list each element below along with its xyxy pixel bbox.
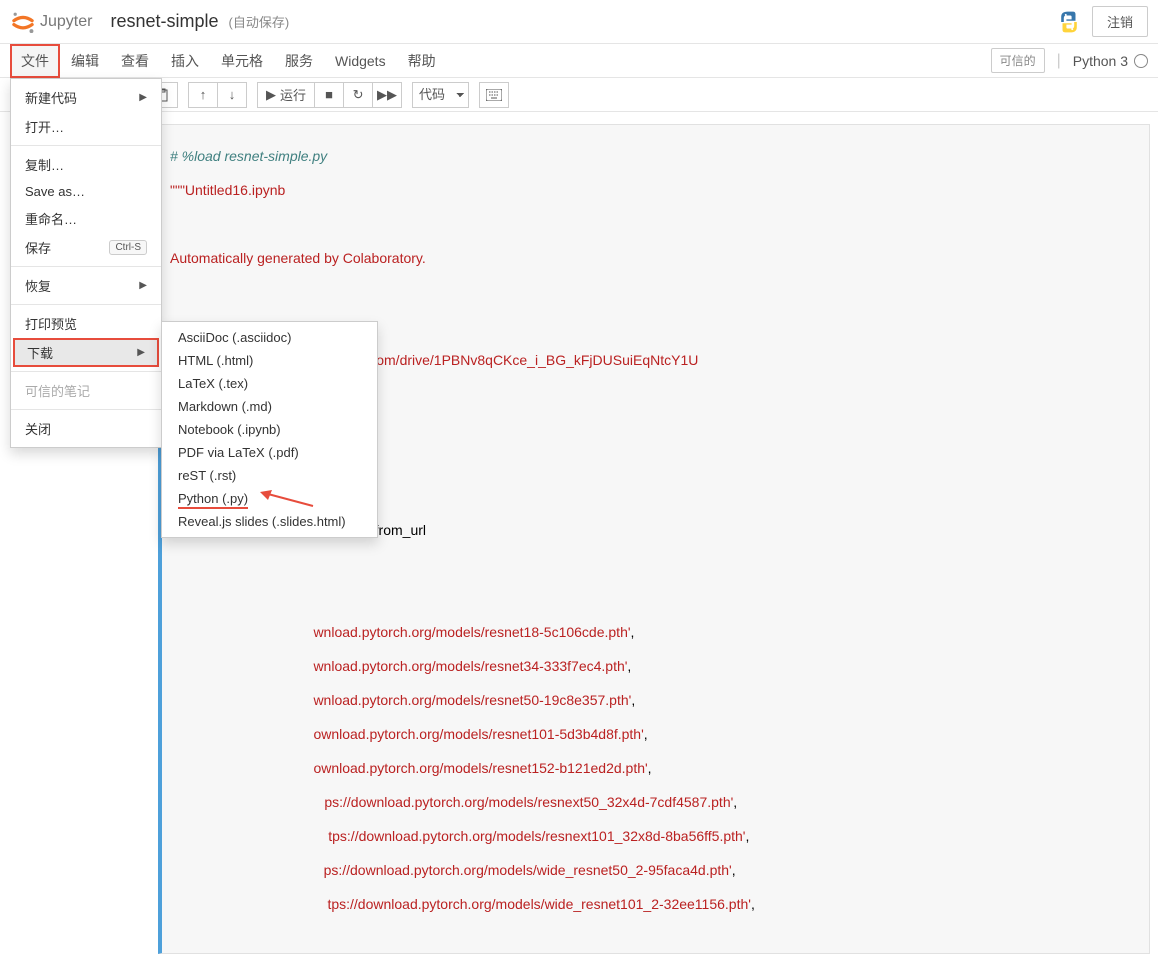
interrupt-button[interactable]: ■ xyxy=(314,82,344,108)
label: 下载 xyxy=(27,343,53,362)
move-down-button[interactable]: ↓ xyxy=(217,82,247,108)
stop-icon: ■ xyxy=(325,87,333,102)
separator xyxy=(11,145,161,146)
code-text: tps://download.pytorch.org/models/resnex… xyxy=(328,828,745,844)
menu-widgets[interactable]: Widgets xyxy=(324,46,397,76)
separator xyxy=(11,304,161,305)
move-up-button[interactable]: ↑ xyxy=(188,82,218,108)
menu-insert[interactable]: 插入 xyxy=(160,44,210,78)
code-text: ps://download.pytorch.org/models/resnext… xyxy=(324,794,733,810)
run-button[interactable]: ▶运行 xyxy=(257,82,315,108)
arrow-up-icon: ↑ xyxy=(200,87,207,102)
menu-help[interactable]: 帮助 xyxy=(397,44,447,78)
logout-button[interactable]: 注销 xyxy=(1092,6,1148,37)
kernel-status-icon xyxy=(1134,54,1148,68)
menu-save-checkpoint[interactable]: 保存 Ctrl-S xyxy=(11,233,161,262)
code-text: ownload.pytorch.org/models/resnet101-5d3… xyxy=(313,726,643,742)
code-text: wnload.pytorch.org/models/resnet18-5c106… xyxy=(313,624,630,640)
menu-download-as[interactable]: 下载 ▶ xyxy=(13,338,159,367)
arrow-down-icon: ↓ xyxy=(229,87,236,102)
code-text: wnload.pytorch.org/models/resnet50-19c8e… xyxy=(313,692,631,708)
command-palette-button[interactable] xyxy=(479,82,509,108)
code-text: tps://download.pytorch.org/models/wide_r… xyxy=(327,896,750,912)
download-markdown[interactable]: Markdown (.md) xyxy=(162,395,377,418)
kernel-indicator[interactable]: Python 3 xyxy=(1073,53,1148,69)
restart-icon: ↻ xyxy=(353,87,364,103)
restart-button[interactable]: ↻ xyxy=(343,82,373,108)
menu-trust-notebook: 可信的笔记 xyxy=(11,376,161,405)
label: 复制… xyxy=(25,155,64,174)
label: 可信的笔记 xyxy=(25,381,90,400)
download-asciidoc[interactable]: AsciiDoc (.asciidoc) xyxy=(162,326,377,349)
code-text: Automatically generated by Colaboratory. xyxy=(170,250,426,266)
label: Save as… xyxy=(25,184,85,199)
label: 保存 xyxy=(25,238,51,257)
download-rest[interactable]: reST (.rst) xyxy=(162,464,377,487)
menu-rename[interactable]: 重命名… xyxy=(11,204,161,233)
chevron-right-icon: ▶ xyxy=(137,347,145,358)
code-text: wnload.pytorch.org/models/resnet34-333f7… xyxy=(313,658,627,674)
chevron-right-icon: ▶ xyxy=(139,280,147,291)
jupyter-icon xyxy=(10,9,36,35)
menu-edit[interactable]: 编辑 xyxy=(60,44,110,78)
separator xyxy=(11,371,161,372)
toolbar: ✚ ✂ ↑ ↓ ▶运行 ■ ↻ ▶▶ 代码 xyxy=(0,78,1158,112)
download-html[interactable]: HTML (.html) xyxy=(162,349,377,372)
menu-make-copy[interactable]: 复制… xyxy=(11,150,161,179)
brand-text: Jupyter xyxy=(40,13,92,31)
menu-print-preview[interactable]: 打印预览 xyxy=(11,309,161,338)
menu-kernel[interactable]: 服务 xyxy=(274,44,324,78)
code-cell[interactable]: # %load resnet-simple.py """Untitled16.i… xyxy=(8,124,1150,954)
file-dropdown: 新建代码 ▶ 打开… 复制… Save as… 重命名… 保存 Ctrl-S 恢复 ▶… xyxy=(10,78,162,448)
menu-close-halt[interactable]: 关闭 xyxy=(11,414,161,443)
shortcut: Ctrl-S xyxy=(109,240,147,255)
play-icon: ▶ xyxy=(266,87,276,103)
celltype-select[interactable]: 代码 xyxy=(412,82,469,108)
code-editor[interactable]: # %load resnet-simple.py """Untitled16.i… xyxy=(158,124,1150,954)
kernel-name: Python 3 xyxy=(1073,53,1128,69)
fast-forward-icon: ▶▶ xyxy=(377,87,397,103)
menu-file[interactable]: 文件 xyxy=(10,44,60,78)
header: Jupyter resnet-simple (自动保存) 注销 xyxy=(0,0,1158,44)
download-notebook[interactable]: Notebook (.ipynb) xyxy=(162,418,377,441)
run-all-button[interactable]: ▶▶ xyxy=(372,82,402,108)
trusted-badge[interactable]: 可信的 xyxy=(991,48,1045,73)
code-text: # %load resnet-simple.py xyxy=(170,148,327,164)
download-submenu: AsciiDoc (.asciidoc) HTML (.html) LaTeX … xyxy=(161,321,378,538)
label: 打印预览 xyxy=(25,314,77,333)
menu-new-notebook[interactable]: 新建代码 ▶ xyxy=(11,83,161,112)
label: Python (.py) xyxy=(178,491,248,509)
separator: | xyxy=(1057,52,1061,70)
separator xyxy=(11,266,161,267)
menu-open[interactable]: 打开… xyxy=(11,112,161,141)
chevron-right-icon: ▶ xyxy=(139,92,147,103)
label: 关闭 xyxy=(25,419,51,438)
download-python[interactable]: Python (.py) xyxy=(162,487,377,510)
notebook-title[interactable]: resnet-simple xyxy=(110,11,218,32)
menu-revert[interactable]: 恢复 ▶ xyxy=(11,271,161,300)
autosave-status: (自动保存) xyxy=(229,12,290,31)
label: 重命名… xyxy=(25,209,77,228)
run-label: 运行 xyxy=(280,85,306,104)
jupyter-logo[interactable]: Jupyter xyxy=(10,9,92,35)
code-text: """Untitled16.ipynb xyxy=(170,182,285,198)
separator xyxy=(11,409,161,410)
download-pdf[interactable]: PDF via LaTeX (.pdf) xyxy=(162,441,377,464)
menu-view[interactable]: 查看 xyxy=(110,44,160,78)
code-text: ps://download.pytorch.org/models/wide_re… xyxy=(324,862,732,878)
menu-save-as[interactable]: Save as… xyxy=(11,179,161,204)
python-icon xyxy=(1056,9,1082,35)
menu-cell[interactable]: 单元格 xyxy=(210,44,274,78)
keyboard-icon xyxy=(486,89,502,101)
label: 打开… xyxy=(25,117,64,136)
download-latex[interactable]: LaTeX (.tex) xyxy=(162,372,377,395)
label: 恢复 xyxy=(25,276,51,295)
code-text: ownload.pytorch.org/models/resnet152-b12… xyxy=(313,760,647,776)
download-reveal[interactable]: Reveal.js slides (.slides.html) xyxy=(162,510,377,533)
label: 新建代码 xyxy=(25,88,77,107)
menubar: 文件 编辑 查看 插入 单元格 服务 Widgets 帮助 可信的 | Pyth… xyxy=(0,44,1158,78)
